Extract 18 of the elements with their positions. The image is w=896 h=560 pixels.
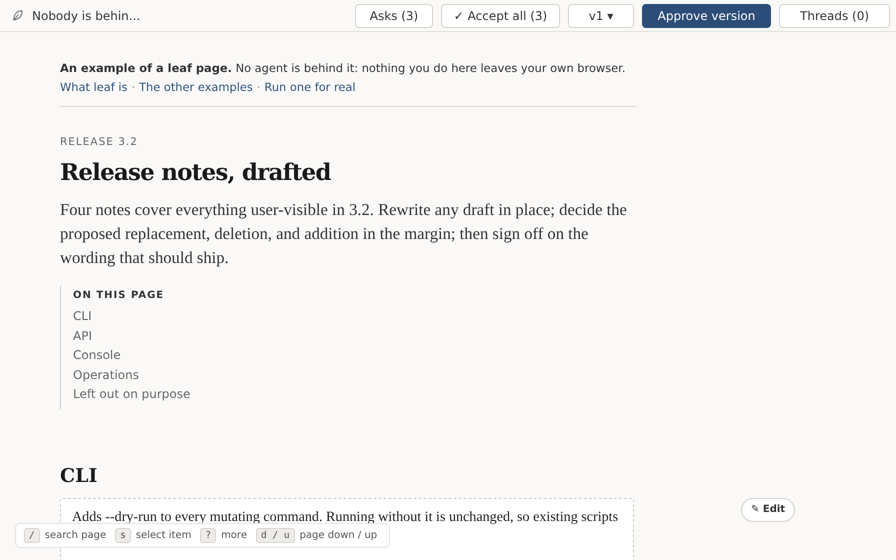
key-label: d / u [256, 528, 295, 543]
shortcut-label: page down / up [300, 530, 378, 541]
key-label: ? [200, 528, 216, 543]
draft-text: Adds --dry-run to every mutating command. Running without it is unchanged, so existing scripts [72, 508, 618, 526]
page-title: Nobody is behin... [32, 8, 140, 22]
lead-paragraph: Four notes cover everything user-visible in 3.2. Rewrite any draft in place; decide the proposed replacement, deletion, and addition in the margin; then sign off on the wording that should ship. [60, 199, 628, 269]
shortcut-label: search page [44, 530, 106, 541]
shortcut-label: more [221, 530, 247, 541]
key-label: / [24, 528, 40, 543]
key-label: s [115, 528, 131, 543]
release-label: RELEASE 3.2 [60, 136, 139, 148]
page-heading: Release notes, drafted [60, 158, 332, 188]
link-separator: · [131, 79, 136, 96]
toc-heading: ON THIS PAGE [73, 290, 166, 301]
section-heading: CLI [60, 464, 98, 488]
link-separator: · [256, 79, 260, 96]
shortcut-label: select item [136, 530, 192, 541]
notice-text: An example of a leaf page. No agent is behind it: nothing you do here leaves your own browser. [60, 60, 626, 77]
